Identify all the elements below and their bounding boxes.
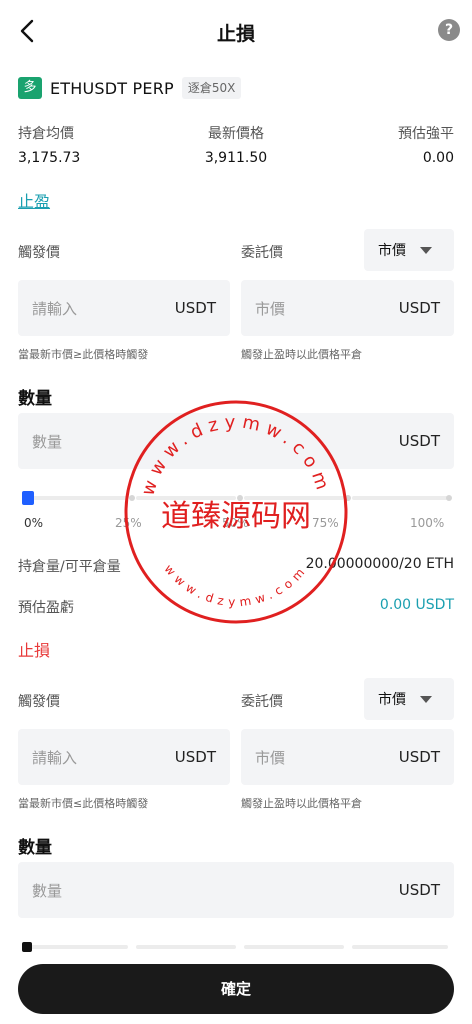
- tp-trigger-placeholder: 請輸入: [32, 299, 78, 318]
- sl-order-hint: 觸發止盈時以此價格平倉: [241, 797, 362, 810]
- stats-labels: 持倉均價 最新價格 預估強平: [18, 123, 454, 143]
- slider-tick: [129, 495, 135, 501]
- sl-order-label: 委託價: [241, 694, 283, 710]
- tp-order-placeholder: 市價: [255, 299, 286, 318]
- avg-price-value: 3,175.73: [18, 150, 81, 166]
- est-pnl-label: 預估盈虧: [18, 600, 74, 616]
- tp-trigger-unit: USDT: [174, 299, 216, 317]
- sl-quantity-slider[interactable]: [18, 939, 454, 955]
- tp-order-unit: USDT: [398, 299, 440, 317]
- confirm-button[interactable]: 確定: [18, 964, 454, 1014]
- position-qty-value: 20.00000000/20 ETH: [305, 556, 454, 572]
- avg-price-label: 持倉均價: [18, 126, 74, 142]
- header: 止損 ?: [0, 0, 472, 62]
- sl-order-type-dropdown[interactable]: 市價: [364, 678, 454, 720]
- caret-down-icon: [420, 246, 432, 254]
- tp-order-input[interactable]: 市價 USDT: [241, 280, 454, 336]
- tp-slider-handle[interactable]: [22, 491, 34, 505]
- symbol-name: ETHUSDT PERP: [50, 78, 174, 98]
- slider-label-0: 0%: [24, 516, 44, 530]
- stop-loss-title[interactable]: 止損: [18, 637, 50, 661]
- tp-order-label: 委託價: [241, 245, 283, 261]
- slider-track-segment: [136, 496, 236, 500]
- slider-label-50: 50%: [222, 516, 249, 530]
- tp-order-hint: 觸發止盈時以此價格平倉: [241, 348, 362, 361]
- tp-quantity-unit: USDT: [398, 432, 440, 450]
- sl-order-type-value: 市價: [378, 692, 406, 708]
- slider-track-segment: [28, 496, 128, 500]
- sl-quantity-input[interactable]: 數量 USDT: [18, 862, 454, 918]
- watermark-ring-bottom: www.dzymw.com: [162, 562, 311, 609]
- tp-quantity-title: 數量: [18, 389, 52, 409]
- take-profit-title[interactable]: 止盈: [18, 188, 50, 212]
- tp-trigger-label: 觸發價: [18, 245, 60, 261]
- tp-quantity-slider[interactable]: [18, 490, 454, 506]
- slider-tick: [446, 495, 452, 501]
- sl-quantity-placeholder: 數量: [32, 881, 63, 900]
- slider-label-100: 100%: [410, 516, 445, 530]
- tp-quantity-input[interactable]: 數量 USDT: [18, 413, 454, 469]
- help-circle-icon[interactable]: ?: [438, 19, 460, 41]
- slider-track-segment: [244, 496, 344, 500]
- liq-price-label: 預估強平: [397, 126, 454, 142]
- sl-trigger-hint: 當最新市價≤此價格時觸發: [18, 797, 149, 810]
- sl-trigger-unit: USDT: [174, 748, 216, 766]
- tp-trigger-hint: 當最新市價≥此價格時觸發: [18, 348, 149, 361]
- slider-track-segment: [352, 496, 448, 500]
- slider-tick: [345, 495, 351, 501]
- last-price-label: 最新價格: [207, 126, 264, 142]
- slider-label-25: 25%: [115, 516, 142, 530]
- sl-trigger-input[interactable]: 請輸入 USDT: [18, 729, 230, 785]
- slider-track-segment: [352, 945, 448, 949]
- sl-slider-handle[interactable]: [22, 942, 32, 952]
- tp-trigger-input[interactable]: 請輸入 USDT: [18, 280, 230, 336]
- slider-tick: [237, 495, 243, 501]
- sl-trigger-placeholder: 請輸入: [32, 748, 78, 767]
- tp-order-type-value: 市價: [378, 243, 406, 259]
- margin-mode-badge: 逐倉50X: [181, 77, 242, 99]
- sl-trigger-label: 觸發價: [18, 694, 60, 710]
- tp-quantity-placeholder: 數量: [32, 432, 63, 451]
- est-pnl-value: 0.00 USDT: [379, 597, 454, 613]
- stats-values: 3,175.73 3,911.50 0.00: [18, 150, 454, 166]
- position-qty-label: 持倉量/可平倉量: [18, 559, 121, 575]
- slider-label-75: 75%: [312, 516, 339, 530]
- liq-price-value: 0.00: [422, 150, 454, 166]
- slider-track-segment: [136, 945, 236, 949]
- last-price-value: 3,911.50: [204, 150, 268, 166]
- tp-order-type-dropdown[interactable]: 市價: [364, 229, 454, 271]
- symbol-row: 多 ETHUSDT PERP 逐倉50X: [18, 76, 242, 100]
- sl-quantity-unit: USDT: [398, 881, 440, 899]
- caret-down-icon: [420, 695, 432, 703]
- slider-track-segment: [28, 945, 128, 949]
- page-title: 止損: [216, 23, 255, 45]
- sl-quantity-title: 數量: [18, 838, 52, 858]
- slider-track-segment: [244, 945, 344, 949]
- sl-order-placeholder: 市價: [255, 748, 286, 767]
- sl-order-unit: USDT: [398, 748, 440, 766]
- sl-order-input[interactable]: 市價 USDT: [241, 729, 454, 785]
- direction-badge: 多: [18, 77, 42, 99]
